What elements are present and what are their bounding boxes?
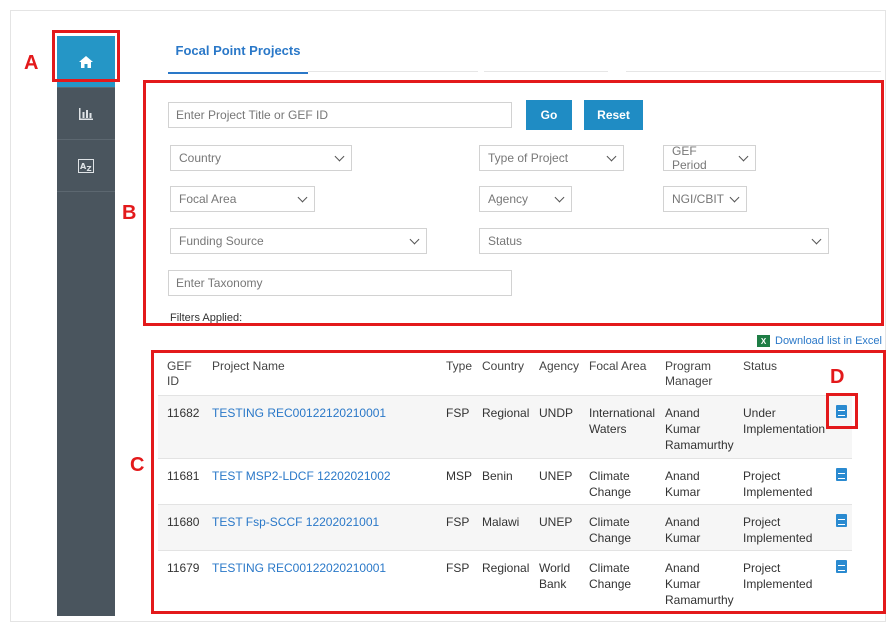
funding-source-label: Funding Source — [179, 234, 264, 248]
chevron-down-icon — [297, 192, 308, 202]
project-name-link[interactable]: TESTING REC00122120210001 — [212, 405, 386, 421]
project-agency: UNEP — [539, 515, 573, 529]
chevron-down-icon — [738, 151, 749, 161]
agency-select[interactable]: Agency — [479, 186, 572, 212]
header-program-manager: Program Manager — [665, 359, 713, 388]
project-manager: Anand Kumar Ramamurthy — [665, 406, 734, 452]
chevron-down-icon — [729, 192, 740, 202]
annotation-label-b: B — [122, 202, 137, 224]
project-type: FSP — [446, 561, 470, 575]
project-type: FSP — [446, 515, 470, 529]
gef-period-label: GEF Period — [672, 144, 707, 172]
country-select[interactable]: Country — [170, 145, 352, 171]
header-gef-id: GEF ID — [167, 359, 192, 388]
chevron-down-icon — [606, 151, 617, 161]
reset-button[interactable]: Reset — [584, 100, 643, 130]
header-status: Status — [743, 359, 778, 373]
download-excel-label: Download list in Excel — [775, 335, 882, 347]
document-icon[interactable] — [836, 514, 847, 527]
agency-label: Agency — [488, 192, 529, 206]
project-status: Under Implementation — [743, 406, 826, 436]
project-name-link[interactable]: TESTING REC00122020210001 — [212, 560, 386, 576]
ngi-cbit-label: NGI/CBIT — [672, 192, 725, 206]
table-row: 11680 TEST Fsp-SCCF 12202021001 FSP Mala… — [158, 504, 852, 550]
country-label: Country — [179, 151, 222, 165]
bar-chart-icon — [78, 107, 94, 121]
chevron-down-icon — [811, 234, 822, 244]
table-row: 11682 TESTING REC00122120210001 FSP Regi… — [158, 395, 852, 458]
table-row: 11681 TEST MSP2-LDCF 12202021002 MSP Ben… — [158, 458, 852, 504]
sidebar-item-home[interactable] — [57, 36, 115, 88]
focal-area-select[interactable]: Focal Area — [170, 186, 315, 212]
table-row: 11679 TESTING REC00122020210001 FSP Regi… — [158, 550, 852, 612]
project-name-link[interactable]: TEST MSP2-LDCF 12202021002 — [212, 468, 391, 484]
excel-icon: X — [757, 335, 770, 347]
project-manager: Anand Kumar Ramamurthy — [665, 561, 734, 607]
project-agency: UNEP — [539, 469, 573, 483]
project-focal-area: International Waters — [589, 406, 656, 436]
go-button[interactable]: Go — [526, 100, 572, 130]
ngi-cbit-select[interactable]: NGI/CBIT — [663, 186, 747, 212]
project-country: Malawi — [482, 515, 520, 529]
sidebar-item-sort[interactable]: AZ — [57, 140, 115, 192]
chevron-down-icon — [554, 192, 565, 202]
project-status: Project Implemented — [743, 469, 813, 499]
gef-id: 11680 — [167, 515, 200, 529]
taxonomy-input[interactable]: Enter Taxonomy — [168, 270, 512, 296]
document-icon[interactable] — [836, 560, 847, 573]
project-manager: Anand Kumar — [665, 515, 701, 545]
focal-area-label: Focal Area — [179, 192, 237, 206]
project-country: Benin — [482, 469, 513, 483]
header-focal-area: Focal Area — [589, 359, 647, 373]
document-icon[interactable] — [836, 405, 847, 418]
annotation-label-d: D — [830, 366, 845, 388]
project-status: Project Implemented — [743, 561, 813, 591]
project-country: Regional — [482, 406, 530, 420]
gef-id: 11679 — [167, 561, 200, 575]
sort-az-icon: AZ — [78, 158, 94, 173]
project-focal-area: Climate Change — [589, 561, 632, 591]
type-of-project-label: Type of Project — [488, 151, 569, 165]
sidebar-item-reports[interactable] — [57, 88, 115, 140]
sidebar: AZ — [57, 36, 115, 616]
funding-source-select[interactable]: Funding Source — [170, 228, 427, 254]
search-input[interactable]: Enter Project Title or GEF ID — [168, 102, 512, 128]
tab-divider — [308, 71, 478, 72]
header-project-name: Project Name — [212, 359, 285, 373]
tab-divider — [484, 71, 608, 72]
status-label: Status — [488, 234, 523, 248]
annotation-label-c: C — [130, 454, 145, 476]
header-agency: Agency — [539, 359, 580, 373]
tab-divider — [626, 71, 881, 72]
gef-period-select[interactable]: GEF Period — [663, 144, 756, 172]
filters-applied-label: Filters Applied: — [170, 312, 243, 324]
status-select[interactable]: Status — [479, 228, 829, 254]
project-country: Regional — [482, 561, 530, 575]
type-of-project-select[interactable]: Type of Project — [479, 145, 624, 171]
project-focal-area: Climate Change — [589, 515, 632, 545]
project-status: Project Implemented — [743, 515, 813, 545]
gef-id: 11681 — [167, 469, 200, 483]
header-country: Country — [482, 359, 525, 373]
project-agency: UNDP — [539, 406, 574, 420]
download-excel-link[interactable]: X Download list in Excel — [757, 335, 882, 347]
chevron-down-icon — [334, 151, 345, 161]
project-type: FSP — [446, 406, 470, 420]
project-agency: World Bank — [539, 561, 571, 591]
project-manager: Anand Kumar — [665, 469, 701, 499]
svg-text:Z: Z — [87, 165, 92, 173]
header-type: Type — [446, 359, 473, 373]
chevron-down-icon — [409, 234, 420, 244]
gef-id: 11682 — [167, 406, 200, 420]
annotation-label-a: A — [24, 52, 39, 74]
tab-focal-point-projects[interactable]: Focal Point Projects — [168, 38, 308, 74]
project-name-link[interactable]: TEST Fsp-SCCF 12202021001 — [212, 514, 379, 530]
project-type: MSP — [446, 469, 473, 483]
document-icon[interactable] — [836, 468, 847, 481]
project-focal-area: Climate Change — [589, 469, 632, 499]
home-icon — [79, 55, 93, 68]
